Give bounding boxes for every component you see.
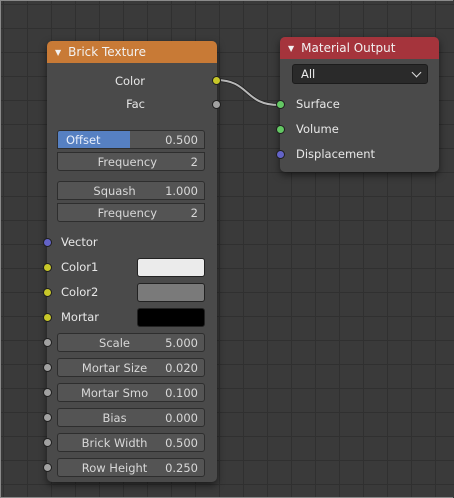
output-fac-label: Fac: [126, 97, 145, 111]
color1-socket[interactable]: [43, 263, 52, 272]
scale-value: 5.000: [165, 335, 198, 350]
output-color-label: Color: [114, 74, 145, 88]
row-height-socket[interactable]: [43, 463, 52, 472]
output-fac-socket[interactable]: [212, 100, 221, 109]
color1-label: Color1: [61, 260, 99, 274]
mortar-smooth-socket[interactable]: [43, 388, 52, 397]
color2-socket[interactable]: [43, 288, 52, 297]
displacement-socket[interactable]: [276, 150, 285, 159]
surface-socket[interactable]: [276, 100, 285, 109]
offset-value: 0.500: [165, 132, 198, 147]
row-height-label: Row Height: [81, 460, 148, 475]
node-title: Brick Texture: [68, 45, 146, 59]
bias-socket[interactable]: [43, 413, 52, 422]
frequency-value: 2: [190, 154, 198, 169]
mortar-size-socket[interactable]: [43, 363, 52, 372]
squash-field[interactable]: Squash 1.000: [57, 181, 205, 200]
scale-socket[interactable]: [43, 338, 52, 347]
volume-label: Volume: [296, 122, 339, 136]
squash-value: 1.000: [165, 183, 198, 198]
mortar-label: Mortar: [61, 310, 99, 324]
frequency-label: Frequency: [97, 154, 158, 169]
surface-label: Surface: [296, 97, 340, 111]
color2-swatch[interactable]: [137, 283, 205, 302]
squash-frequency-value: 2: [190, 205, 198, 220]
scale-label: Scale: [99, 335, 130, 350]
bias-label: Bias: [102, 410, 127, 425]
brick-texture-header[interactable]: ▼ Brick Texture: [47, 41, 217, 63]
mortar-size-field[interactable]: Mortar Size 0.020: [57, 358, 205, 377]
mortar-socket[interactable]: [43, 313, 52, 322]
brick-width-value: 0.500: [165, 435, 198, 450]
row-height-value: 0.250: [165, 460, 198, 475]
material-output-header[interactable]: ▼ Material Output: [280, 37, 439, 59]
mortar-swatch[interactable]: [137, 308, 205, 327]
target-dropdown[interactable]: All: [292, 64, 428, 84]
material-output-node[interactable]: ▼ Material Output All Surface Volume Dis…: [276, 37, 439, 172]
squash-label: Squash: [93, 183, 136, 198]
volume-socket[interactable]: [276, 125, 285, 134]
offset-label: Offset: [58, 131, 130, 148]
mortar-size-value: 0.020: [165, 360, 198, 375]
bias-value: 0.000: [165, 410, 198, 425]
vector-socket[interactable]: [43, 238, 52, 247]
mortar-size-label: Mortar Size: [81, 360, 148, 375]
offset-field[interactable]: Offset 0.500: [57, 130, 205, 149]
frequency-field[interactable]: Frequency 2: [57, 152, 205, 171]
mortar-smooth-value: 0.100: [165, 385, 198, 400]
color2-label: Color2: [61, 285, 99, 299]
output-color-socket[interactable]: [212, 76, 221, 85]
squash-frequency-label: Frequency: [97, 205, 158, 220]
target-value: All: [301, 67, 316, 81]
scale-field[interactable]: Scale 5.000: [57, 333, 205, 352]
brick-width-socket[interactable]: [43, 438, 52, 447]
mortar-smooth-label: Mortar Smo: [80, 385, 149, 400]
displacement-label: Displacement: [296, 147, 376, 161]
squash-frequency-field[interactable]: Frequency 2: [57, 203, 205, 222]
brick-width-field[interactable]: Brick Width 0.500: [57, 433, 205, 452]
vector-label: Vector: [61, 235, 98, 249]
chevron-down-icon: [411, 67, 422, 77]
row-height-field[interactable]: Row Height 0.250: [57, 458, 205, 477]
brick-width-label: Brick Width: [81, 435, 148, 450]
collapse-triangle-icon[interactable]: ▼: [55, 48, 61, 57]
node-title: Material Output: [301, 41, 396, 55]
brick-texture-node[interactable]: ▼ Brick Texture Color Fac Offset 0.500 F…: [43, 41, 221, 482]
mortar-smooth-field[interactable]: Mortar Smo 0.100: [57, 383, 205, 402]
color1-swatch[interactable]: [137, 258, 205, 277]
collapse-triangle-icon[interactable]: ▼: [288, 44, 294, 53]
bias-field[interactable]: Bias 0.000: [57, 408, 205, 427]
